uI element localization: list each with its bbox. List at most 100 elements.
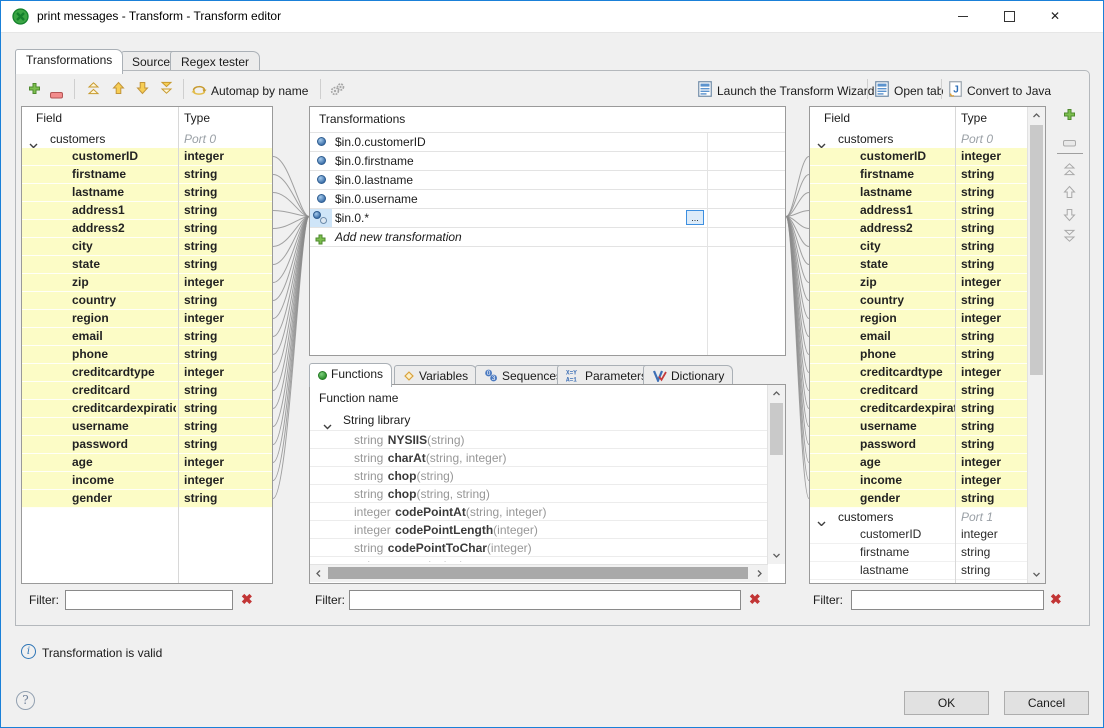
tab-parameters[interactable]: X=YA=1Parameters: [557, 365, 656, 386]
functions-horizontal-scrollbar[interactable]: [310, 564, 768, 582]
output-field-row[interactable]: region integer: [810, 310, 1045, 328]
move-up-icon[interactable]: [112, 81, 125, 100]
remove-mapping-icon[interactable]: [50, 86, 63, 104]
scroll-down-icon[interactable]: [1028, 566, 1045, 583]
tab-dictionary[interactable]: Dictionary: [643, 365, 733, 386]
input-field-row[interactable]: phone string: [22, 346, 272, 364]
move-field-up-icon[interactable]: [1063, 185, 1076, 204]
scrollbar-thumb[interactable]: [1030, 125, 1043, 375]
input-field-row[interactable]: creditcard string: [22, 382, 272, 400]
move-field-to-bottom-icon[interactable]: [1063, 229, 1076, 248]
add-output-field-icon[interactable]: [1063, 108, 1076, 126]
transformation-row[interactable]: $in.0.customerID: [310, 133, 785, 152]
function-row[interactable]: string chop(string, string): [310, 485, 768, 503]
function-row[interactable]: integer codePointLength(integer): [310, 521, 768, 539]
tab-transformations[interactable]: Transformations: [15, 49, 123, 74]
remove-output-field-icon[interactable]: [1063, 134, 1076, 152]
add-transformation-row[interactable]: Add new transformation: [310, 228, 785, 247]
input-field-row[interactable]: region integer: [22, 310, 272, 328]
left-filter-clear-icon[interactable]: ✖: [241, 591, 253, 608]
output-field-row[interactable]: password string: [810, 436, 1045, 454]
ok-button[interactable]: OK: [904, 691, 989, 715]
move-to-top-icon[interactable]: [87, 81, 100, 100]
string-library-row[interactable]: String library: [310, 410, 768, 431]
scrollbar-thumb[interactable]: [770, 403, 783, 455]
minimize-button[interactable]: [943, 1, 983, 31]
scrollbar-thumb[interactable]: [328, 567, 748, 579]
output-field-row[interactable]: zip integer: [810, 274, 1045, 292]
tab-variables[interactable]: Variables: [394, 365, 477, 386]
input-field-row[interactable]: firstname string: [22, 166, 272, 184]
input-field-row[interactable]: age integer: [22, 454, 272, 472]
function-row[interactable]: string concat(string): [310, 557, 768, 562]
input-field-row[interactable]: lastname string: [22, 184, 272, 202]
function-row[interactable]: string codePointToChar(integer): [310, 539, 768, 557]
output-field-row[interactable]: country string: [810, 292, 1045, 310]
move-down-icon[interactable]: [136, 81, 149, 100]
functions-vertical-scrollbar[interactable]: [767, 385, 785, 564]
edit-transformation-button[interactable]: ...: [686, 210, 704, 225]
input-field-row[interactable]: address2 string: [22, 220, 272, 238]
input-field-row[interactable]: customerID integer: [22, 148, 272, 166]
output-record-group-row[interactable]: customers Port 0: [810, 130, 1045, 148]
output-field-row[interactable]: customerID integer: [810, 526, 1045, 544]
output-field-row[interactable]: creditcardtype integer: [810, 364, 1045, 382]
output-field-row[interactable]: customerID integer: [810, 148, 1045, 166]
function-row[interactable]: string chop(string): [310, 467, 768, 485]
automap-by-name-button[interactable]: Automap by name: [211, 84, 308, 98]
move-to-bottom-icon[interactable]: [160, 81, 173, 100]
input-field-row[interactable]: country string: [22, 292, 272, 310]
output-field-row[interactable]: lastname string: [810, 562, 1045, 580]
output-field-row[interactable]: creditcardexpiration string: [810, 400, 1045, 418]
input-field-row[interactable]: address1 string: [22, 202, 272, 220]
middle-filter-input[interactable]: [349, 590, 741, 610]
output-field-row[interactable]: lastname string: [810, 184, 1045, 202]
transformation-row-selected[interactable]: $in.0.* ...: [310, 209, 785, 228]
input-field-row[interactable]: gender string: [22, 490, 272, 508]
middle-filter-clear-icon[interactable]: ✖: [749, 591, 761, 608]
input-field-row[interactable]: password string: [22, 436, 272, 454]
transformation-row[interactable]: $in.0.username: [310, 190, 785, 209]
scroll-left-icon[interactable]: [310, 565, 327, 582]
output-field-row[interactable]: phone string: [810, 346, 1045, 364]
output-field-row[interactable]: creditcard string: [810, 382, 1045, 400]
move-field-to-top-icon[interactable]: [1063, 162, 1076, 181]
scroll-right-icon[interactable]: [751, 565, 768, 582]
function-row[interactable]: string charAt(string, integer): [310, 449, 768, 467]
convert-to-java-icon[interactable]: J: [949, 81, 962, 102]
input-field-row[interactable]: income integer: [22, 472, 272, 490]
output-field-row[interactable]: username string: [810, 418, 1045, 436]
function-row[interactable]: string NYSIIS(string): [310, 431, 768, 449]
scroll-up-icon[interactable]: [768, 385, 785, 402]
maximize-button[interactable]: [989, 1, 1029, 31]
input-record-group-row[interactable]: customers Port 0: [22, 130, 272, 148]
transformation-row[interactable]: $in.0.firstname: [310, 152, 785, 171]
cancel-button[interactable]: Cancel: [1004, 691, 1089, 715]
output-field-row[interactable]: gender string: [810, 490, 1045, 508]
output-field-row[interactable]: city string: [810, 238, 1045, 256]
function-row[interactable]: integer codePointAt(string, integer): [310, 503, 768, 521]
output-field-row[interactable]: income integer: [810, 472, 1045, 490]
output-field-row[interactable]: email string: [810, 328, 1045, 346]
output-field-row[interactable]: firstname string: [810, 544, 1045, 562]
input-field-row[interactable]: creditcardexpiration string: [22, 400, 272, 418]
left-filter-input[interactable]: [65, 590, 233, 610]
input-field-row[interactable]: username string: [22, 418, 272, 436]
convert-to-java-button[interactable]: Convert to Java: [967, 84, 1051, 98]
tab-functions[interactable]: Functions: [309, 363, 392, 387]
right-filter-input[interactable]: [851, 590, 1044, 610]
move-field-down-icon[interactable]: [1063, 208, 1076, 227]
scroll-up-icon[interactable]: [1028, 107, 1045, 124]
add-mapping-icon[interactable]: [28, 82, 41, 100]
automap-icon[interactable]: [191, 82, 207, 101]
output-field-row[interactable]: address1 string: [810, 202, 1045, 220]
help-icon[interactable]: ?: [16, 691, 35, 710]
output-vertical-scrollbar[interactable]: [1027, 107, 1045, 583]
input-field-row[interactable]: creditcardtype integer: [22, 364, 272, 382]
settings-gears-icon[interactable]: [330, 82, 346, 101]
transformation-row[interactable]: $in.0.lastname: [310, 171, 785, 190]
close-button[interactable]: ✕: [1035, 1, 1075, 31]
open-tab-icon[interactable]: [875, 81, 889, 102]
right-filter-clear-icon[interactable]: ✖: [1050, 591, 1062, 608]
scroll-down-icon[interactable]: [768, 547, 785, 564]
